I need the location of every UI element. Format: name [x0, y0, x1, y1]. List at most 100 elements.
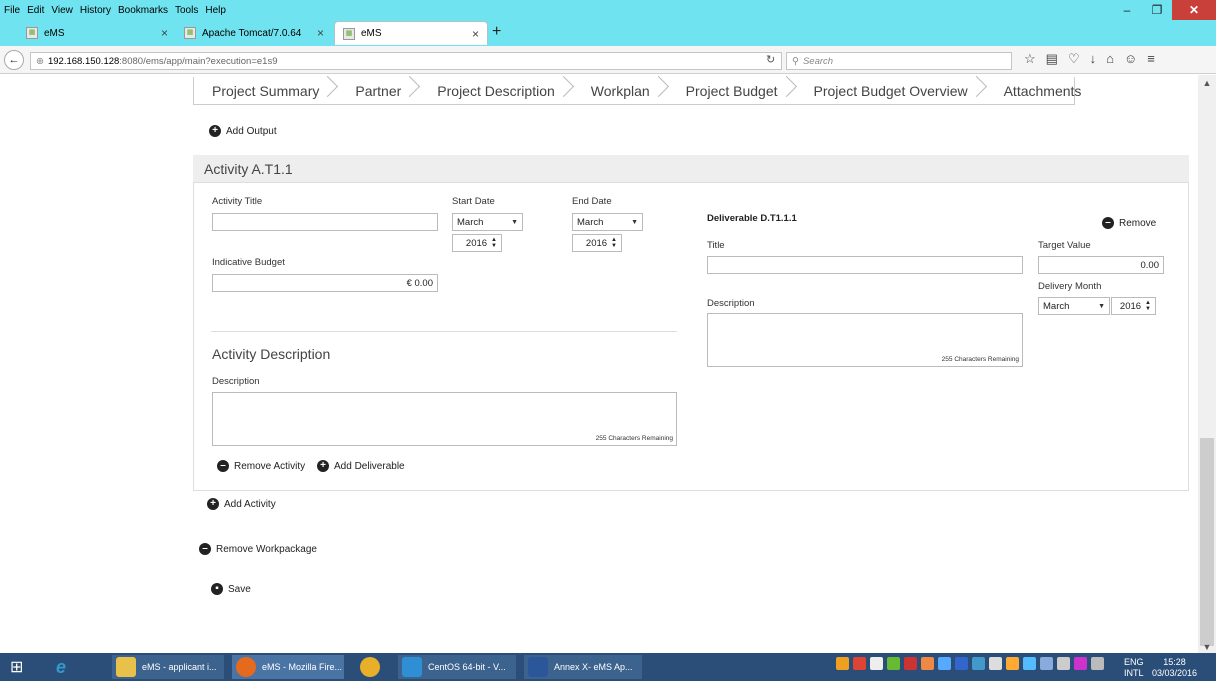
- warning-tray-icon[interactable]: [836, 657, 849, 670]
- network-tray-icon[interactable]: [989, 657, 1002, 670]
- bookmark-star-icon[interactable]: ☆: [1024, 51, 1036, 67]
- scroll-up-icon[interactable]: ▲: [1198, 78, 1216, 88]
- tab-label: eMS: [44, 27, 65, 39]
- chat-icon[interactable]: ☺: [1124, 51, 1137, 67]
- reading-list-icon[interactable]: ▤: [1046, 51, 1058, 67]
- close-tab-icon[interactable]: ×: [472, 27, 479, 41]
- end-month-select[interactable]: March ▼: [572, 213, 643, 231]
- taskbar-item-label: Annex X- eMS Ap...: [554, 662, 633, 672]
- remove-activity-button[interactable]: – Remove Activity: [217, 460, 305, 472]
- step-project-summary[interactable]: Project Summary: [212, 83, 337, 99]
- minimize-button[interactable]: –: [1112, 0, 1142, 20]
- plus-circle-icon: +: [317, 460, 329, 472]
- save-button[interactable]: ▪ Save: [211, 583, 251, 595]
- app-tray-icon[interactable]: [1006, 657, 1019, 670]
- start-button[interactable]: ⊞: [6, 655, 23, 679]
- start-year-spinner[interactable]: 2016 ▲ ▼: [452, 234, 502, 252]
- back-arrow-icon[interactable]: ←: [4, 50, 24, 70]
- app-tray-icon[interactable]: [904, 657, 917, 670]
- close-window-button[interactable]: ✕: [1172, 0, 1216, 20]
- tab-ems-active[interactable]: ▦ eMS ×: [334, 21, 488, 45]
- menu-help[interactable]: Help: [205, 5, 226, 16]
- app-tray-icon[interactable]: [853, 657, 866, 670]
- delivery-month-select[interactable]: March ▼: [1038, 297, 1110, 315]
- delivery-year-value: 2016: [1119, 300, 1142, 312]
- reload-icon[interactable]: ↻: [766, 53, 775, 66]
- target-value-input[interactable]: 0.00: [1038, 256, 1164, 274]
- language-indicator[interactable]: ENG INTL: [1124, 657, 1144, 679]
- taskbar-item-word[interactable]: Annex X- eMS Ap...: [524, 655, 642, 679]
- tab-ems-1[interactable]: ▦ eMS ×: [18, 21, 176, 45]
- restore-button[interactable]: ❐: [1142, 0, 1172, 20]
- activity-description-label: Description: [212, 376, 260, 387]
- deliverable-title-label: Title: [707, 240, 725, 251]
- app-tray-icon[interactable]: [870, 657, 883, 670]
- globe-icon: ⊕: [36, 55, 44, 67]
- taskbar-item-firefox[interactable]: eMS - Mozilla Fire...: [232, 655, 344, 679]
- volume-tray-icon[interactable]: [1091, 657, 1104, 670]
- spinner-arrows-icon[interactable]: ▲ ▼: [611, 237, 617, 249]
- app-tray-icon[interactable]: [1074, 657, 1087, 670]
- app-tray-icon[interactable]: [938, 657, 951, 670]
- app-tray-icon[interactable]: [921, 657, 934, 670]
- activity-title-input[interactable]: [212, 213, 438, 231]
- deliverable-description-textarea[interactable]: 255 Characters Remaining: [707, 313, 1023, 367]
- menu-bookmarks[interactable]: Bookmarks: [118, 5, 168, 16]
- close-tab-icon[interactable]: ×: [317, 26, 324, 40]
- delivery-year-spinner[interactable]: 2016 ▲ ▼: [1111, 297, 1156, 315]
- dropdown-arrow-icon: ▼: [631, 218, 638, 226]
- menu-edit[interactable]: Edit: [27, 5, 44, 16]
- wizard-steps: Project Summary Partner Project Descript…: [193, 77, 1081, 105]
- save-disk-icon: ▪: [211, 583, 223, 595]
- characters-remaining: 255 Characters Remaining: [595, 435, 673, 442]
- menu-history[interactable]: History: [80, 5, 111, 16]
- menu-file[interactable]: File: [4, 5, 20, 16]
- url-bar[interactable]: ⊕ 192.168.150.128:8080/ems/app/main?exec…: [30, 52, 782, 70]
- search-placeholder: Search: [802, 55, 834, 67]
- download-icon[interactable]: ↓: [1090, 51, 1097, 67]
- add-activity-button[interactable]: + Add Activity: [207, 498, 276, 510]
- scrollbar-thumb[interactable]: [1200, 438, 1214, 646]
- step-project-budget-overview[interactable]: Project Budget Overview: [814, 83, 986, 99]
- step-project-budget[interactable]: Project Budget: [686, 83, 796, 99]
- step-project-description[interactable]: Project Description: [437, 83, 573, 99]
- tab-apache-tomcat[interactable]: ▦ Apache Tomcat/7.0.64 ×: [176, 21, 332, 45]
- chrome-taskbar-icon[interactable]: [356, 655, 380, 679]
- deliverable-title-input[interactable]: [707, 256, 1023, 274]
- menu-hamburger-icon[interactable]: ≡: [1147, 51, 1155, 67]
- app-tray-icon[interactable]: [1057, 657, 1070, 670]
- add-deliverable-button[interactable]: + Add Deliverable: [317, 460, 405, 472]
- spinner-arrows-icon[interactable]: ▲ ▼: [491, 237, 497, 249]
- app-tray-icon[interactable]: [1040, 657, 1053, 670]
- activity-description-textarea[interactable]: 255 Characters Remaining: [212, 392, 677, 446]
- start-month-select[interactable]: March ▼: [452, 213, 523, 231]
- remove-workpackage-button[interactable]: – Remove Workpackage: [199, 543, 317, 555]
- home-icon[interactable]: ⌂: [1106, 51, 1114, 67]
- menu-view[interactable]: View: [51, 5, 73, 16]
- taskbar-item-vmware[interactable]: CentOS 64-bit - V...: [398, 655, 516, 679]
- new-tab-icon[interactable]: +: [492, 23, 501, 41]
- ie-taskbar-icon[interactable]: e: [52, 655, 66, 679]
- spinner-arrows-icon[interactable]: ▲ ▼: [1145, 300, 1151, 312]
- taskbar-item-explorer[interactable]: eMS - applicant i...: [112, 655, 224, 679]
- scroll-down-icon[interactable]: ▼: [1198, 642, 1216, 652]
- app-tray-icon[interactable]: [1023, 657, 1036, 670]
- remove-deliverable-button[interactable]: – Remove: [1102, 217, 1156, 229]
- close-tab-icon[interactable]: ×: [161, 26, 168, 40]
- indicative-budget-input[interactable]: € 0.00: [212, 274, 438, 292]
- step-workplan[interactable]: Workplan: [591, 83, 668, 99]
- search-input[interactable]: ⚲ Search: [786, 52, 1012, 70]
- app-tray-icon[interactable]: [972, 657, 985, 670]
- start-date-label: Start Date: [452, 196, 495, 207]
- app-tray-icon[interactable]: [887, 657, 900, 670]
- end-year-spinner[interactable]: 2016 ▲ ▼: [572, 234, 622, 252]
- step-partner[interactable]: Partner: [355, 83, 419, 99]
- pocket-icon[interactable]: ♡: [1068, 51, 1080, 67]
- bluetooth-tray-icon[interactable]: [955, 657, 968, 670]
- add-output-button[interactable]: + Add Output: [209, 125, 277, 137]
- vmware-icon: [402, 657, 422, 677]
- menu-tools[interactable]: Tools: [175, 5, 198, 16]
- taskbar-clock[interactable]: 15:28 03/03/2016: [1152, 657, 1197, 679]
- step-attachments[interactable]: Attachments: [1004, 83, 1100, 99]
- end-month-value: March: [577, 216, 604, 228]
